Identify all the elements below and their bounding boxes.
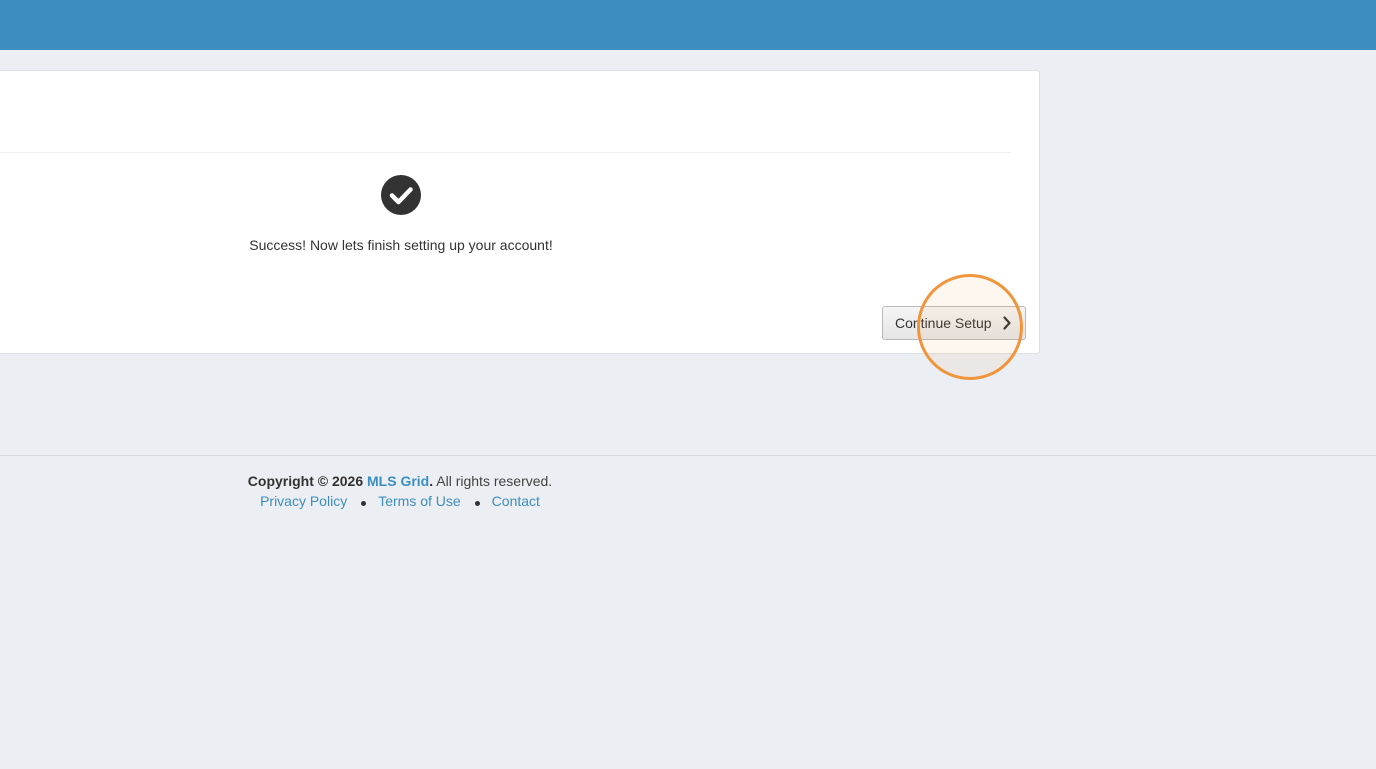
success-panel: Success! Now lets finish setting up your… [0, 70, 1040, 354]
panel-divider [0, 152, 1011, 153]
top-header-bar [0, 0, 1376, 50]
privacy-policy-link[interactable]: Privacy Policy [260, 493, 347, 509]
separator-dot [361, 500, 367, 506]
chevron-right-icon [1002, 316, 1011, 330]
footer: Copyright © 2026 MLS Grid. All rights re… [0, 473, 800, 509]
footer-divider [0, 455, 1376, 456]
copyright-period: . [429, 473, 434, 489]
continue-setup-button[interactable]: Continue Setup [882, 306, 1026, 340]
continue-setup-label: Continue Setup [895, 315, 992, 331]
footer-links: Privacy Policy Terms of Use Contact [0, 493, 800, 509]
separator-dot [474, 500, 480, 506]
success-message: Success! Now lets finish setting up your… [249, 237, 553, 253]
brand-link[interactable]: MLS Grid [367, 473, 429, 489]
contact-link[interactable]: Contact [492, 493, 540, 509]
copyright-text: Copyright © 2026 [247, 473, 364, 489]
rights-text: All rights reserved. [436, 473, 553, 489]
check-circle-icon [381, 175, 421, 215]
copyright-line: Copyright © 2026 MLS Grid. All rights re… [0, 473, 800, 489]
terms-of-use-link[interactable]: Terms of Use [378, 493, 460, 509]
